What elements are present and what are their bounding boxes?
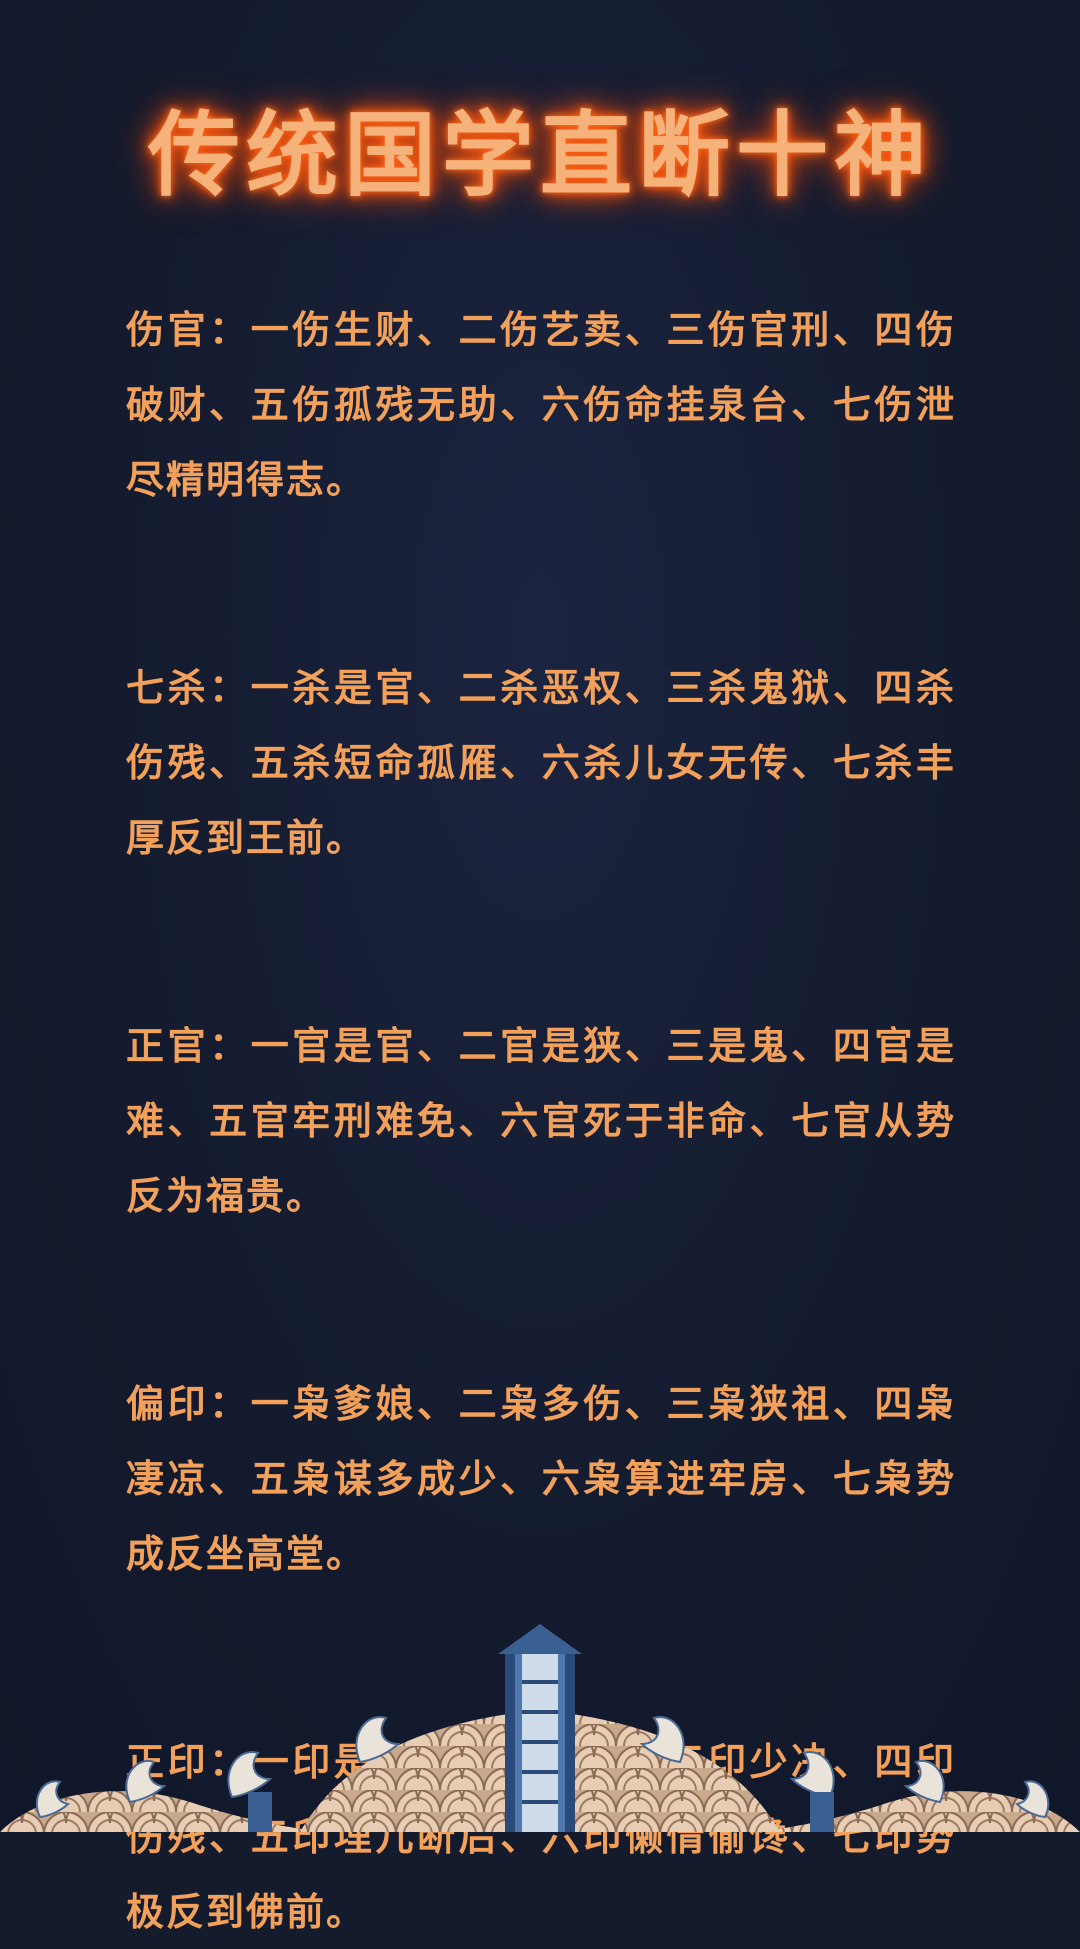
section-text: 一官是官、二官是狭、三是鬼、四官是难、五官牢刑难免、六官死于非命、七官从势反为福… [126,1023,956,1218]
page-background: 传统国学直断十神 伤官：一伤生财、二伤艺卖、三伤官刑、四伤破财、五伤孤残无助、六… [0,0,1080,1934]
section-shang-guan: 伤官：一伤生财、二伤艺卖、三伤官刑、四伤破财、五伤孤残无助、六伤命挂泉台、七伤泄… [126,292,956,517]
section-text: 一杀是官、二杀恶权、三杀鬼狱、四杀伤残、五杀短命孤雁、六杀儿女无传、七杀丰厚反到… [126,665,956,860]
section-text: 一伤生财、二伤艺卖、三伤官刑、四伤破财、五伤孤残无助、六伤命挂泉台、七伤泄尽精明… [126,307,956,502]
section-text: 一枭爹娘、二枭多伤、三枭狭祖、四枭凄凉、五枭谋多成少、六枭算进牢房、七枭势成反坐… [126,1381,956,1576]
section-label: 正官： [126,1023,251,1068]
section-pian-yin: 偏印：一枭爹娘、二枭多伤、三枭狭祖、四枭凄凉、五枭谋多成少、六枭算进牢房、七枭势… [126,1366,956,1591]
left-pillar-icon [248,1792,272,1832]
wave-pagoda-decoration [0,1624,1080,1832]
section-qi-sha: 七杀：一杀是官、二杀恶权、三杀鬼狱、四杀伤残、五杀短命孤雁、六杀儿女无传、七杀丰… [126,650,956,875]
page-title: 传统国学直断十神 [147,101,932,209]
section-label: 偏印： [126,1381,251,1426]
section-label: 七杀： [126,665,251,710]
section-label: 伤官： [126,307,251,352]
right-pillar-icon [810,1792,834,1832]
section-zheng-guan: 正官：一官是官、二官是狭、三是鬼、四官是难、五官牢刑难免、六官死于非命、七官从势… [126,1008,956,1233]
pagoda-icon [498,1624,582,1832]
